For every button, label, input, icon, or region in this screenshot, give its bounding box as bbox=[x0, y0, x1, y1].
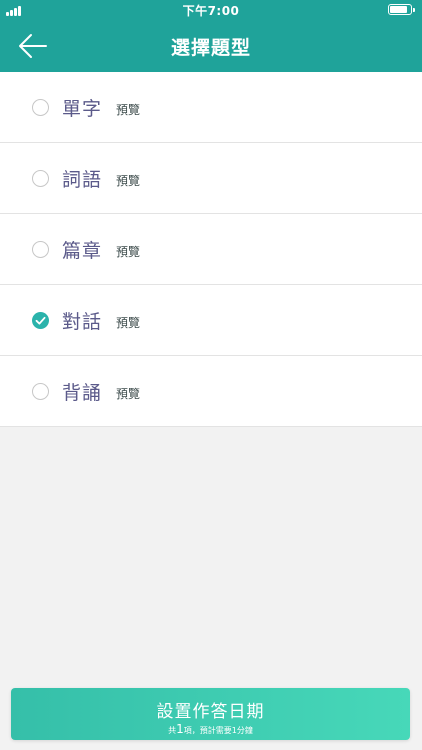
question-type-label: 詞語 bbox=[62, 169, 103, 191]
battery-level bbox=[390, 6, 407, 13]
radio-button[interactable] bbox=[32, 312, 49, 329]
button-summary: 共1項，預計需要1分鐘 bbox=[11, 722, 410, 736]
summary-suffix: 項，預計需要1分鐘 bbox=[183, 726, 253, 735]
checkmark-icon bbox=[35, 316, 46, 325]
page-title: 選擇題型 bbox=[170, 37, 251, 59]
preview-link[interactable]: 預覽 bbox=[116, 385, 140, 402]
status-bar: 下午7:00 bbox=[0, 0, 422, 20]
question-type-row[interactable]: 單字 預覽 bbox=[0, 72, 422, 143]
question-type-label: 單字 bbox=[62, 98, 103, 120]
item-count: 1 bbox=[176, 722, 184, 736]
question-type-row[interactable]: 背誦 預覽 bbox=[0, 356, 422, 427]
status-time: 下午7:00 bbox=[182, 4, 240, 18]
radio-button[interactable] bbox=[32, 383, 49, 400]
preview-link[interactable]: 預覽 bbox=[116, 172, 140, 189]
question-type-label: 篇章 bbox=[62, 240, 103, 262]
summary-prefix: 共 bbox=[168, 726, 177, 735]
radio-button[interactable] bbox=[32, 241, 49, 258]
preview-link[interactable]: 預覽 bbox=[116, 314, 140, 331]
nav-bar: 選擇題型 bbox=[0, 20, 422, 72]
radio-button[interactable] bbox=[32, 170, 49, 187]
question-type-list: 單字 預覽 詞語 預覽 篇章 預覽 對話 預覽 背誦 預覽 bbox=[0, 72, 422, 427]
preview-link[interactable]: 預覽 bbox=[116, 101, 140, 118]
question-type-row[interactable]: 篇章 預覽 bbox=[0, 214, 422, 285]
question-type-label: 背誦 bbox=[62, 382, 103, 404]
set-answer-date-button[interactable]: 設置作答日期 共1項，預計需要1分鐘 bbox=[11, 688, 410, 740]
button-title: 設置作答日期 bbox=[156, 702, 265, 722]
preview-link[interactable]: 預覽 bbox=[116, 243, 140, 260]
question-type-label: 對話 bbox=[62, 311, 103, 333]
battery-icon bbox=[388, 4, 415, 15]
question-type-row[interactable]: 對話 預覽 bbox=[0, 285, 422, 356]
radio-button[interactable] bbox=[32, 99, 49, 116]
question-type-row[interactable]: 詞語 預覽 bbox=[0, 143, 422, 214]
